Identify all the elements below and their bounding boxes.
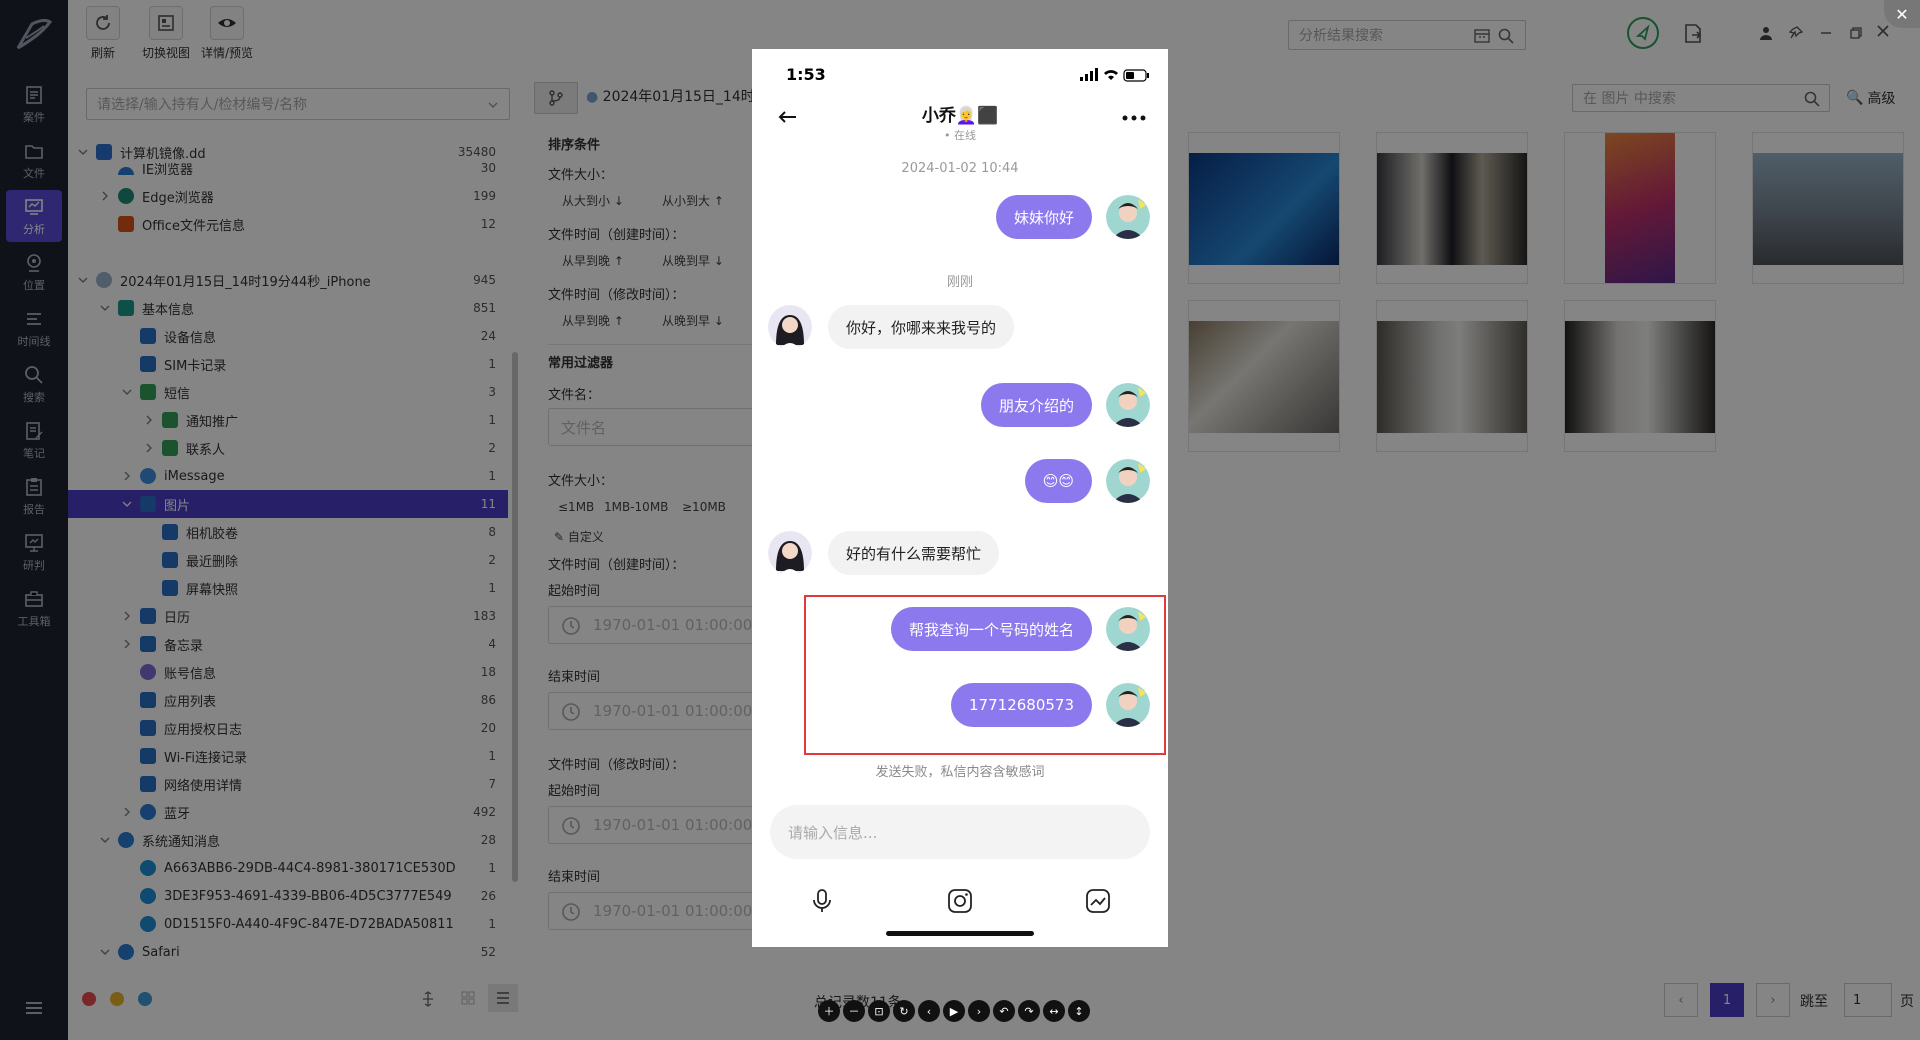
rotate-right-icon[interactable]: ↷ (1018, 1000, 1040, 1022)
avatar (1106, 383, 1150, 427)
more-icon[interactable] (1122, 115, 1146, 121)
message-bubble: 好的有什么需要帮忙 (828, 531, 1000, 575)
actual-size-icon[interactable]: ⊡ (868, 1000, 890, 1022)
avatar (768, 305, 812, 349)
image-viewer-toolbar: ＋ － ⊡ ↻ ‹ ▶ › ↶ ↷ ↔ ↕ (818, 1000, 1098, 1026)
online-status: • 在线 (944, 129, 976, 142)
microphone-icon[interactable] (808, 887, 836, 915)
phone-time: 1:53 (786, 65, 826, 84)
home-indicator (886, 931, 1034, 936)
message-bubble: 17712680573 (951, 683, 1092, 727)
message-bubble: 帮我查询一个号码的姓名 (890, 607, 1092, 651)
play-icon[interactable]: ▶ (943, 1000, 965, 1022)
image-picker-icon[interactable] (1084, 887, 1112, 915)
phone-screenshot: 1:53 小乔👩‍🦳⬛ • 在线 2024-01-02 10:44 妹妹你好 刚… (752, 49, 1168, 947)
reset-icon[interactable]: ↻ (893, 1000, 915, 1022)
flip-horizontal-icon[interactable]: ↔ (1043, 1000, 1065, 1022)
camera-icon[interactable] (946, 887, 974, 915)
message-bubble: 你好，你哪来来我号的 (828, 305, 1015, 349)
rotate-left-icon[interactable]: ↶ (993, 1000, 1015, 1022)
contact-name: 小乔👩‍🦳⬛ (921, 106, 999, 126)
zoom-out-icon[interactable]: － (843, 1000, 865, 1022)
avatar (1106, 459, 1150, 503)
timestamp: 2024-01-02 10:44 (901, 161, 1019, 176)
message-bubble: 妹妹你好 (995, 195, 1092, 239)
message-bubble: 朋友介绍的 (980, 383, 1092, 427)
message-input[interactable]: 请输入信息... (770, 805, 1150, 859)
avatar (1106, 195, 1150, 239)
send-failure-notice: 发送失败，私信内容含敏感词 (875, 765, 1045, 780)
avatar (1106, 683, 1150, 727)
avatar (1106, 607, 1150, 651)
previous-icon[interactable]: ‹ (918, 1000, 940, 1022)
avatar (768, 531, 812, 575)
flip-vertical-icon[interactable]: ↕ (1068, 1000, 1090, 1022)
status-icons (1080, 68, 1149, 82)
next-icon[interactable]: › (968, 1000, 990, 1022)
timestamp: 刚刚 (946, 275, 973, 290)
close-icon: ✕ (1895, 4, 1909, 24)
message-bubble: 😊😊 (1024, 459, 1092, 503)
zoom-in-icon[interactable]: ＋ (818, 1000, 840, 1022)
